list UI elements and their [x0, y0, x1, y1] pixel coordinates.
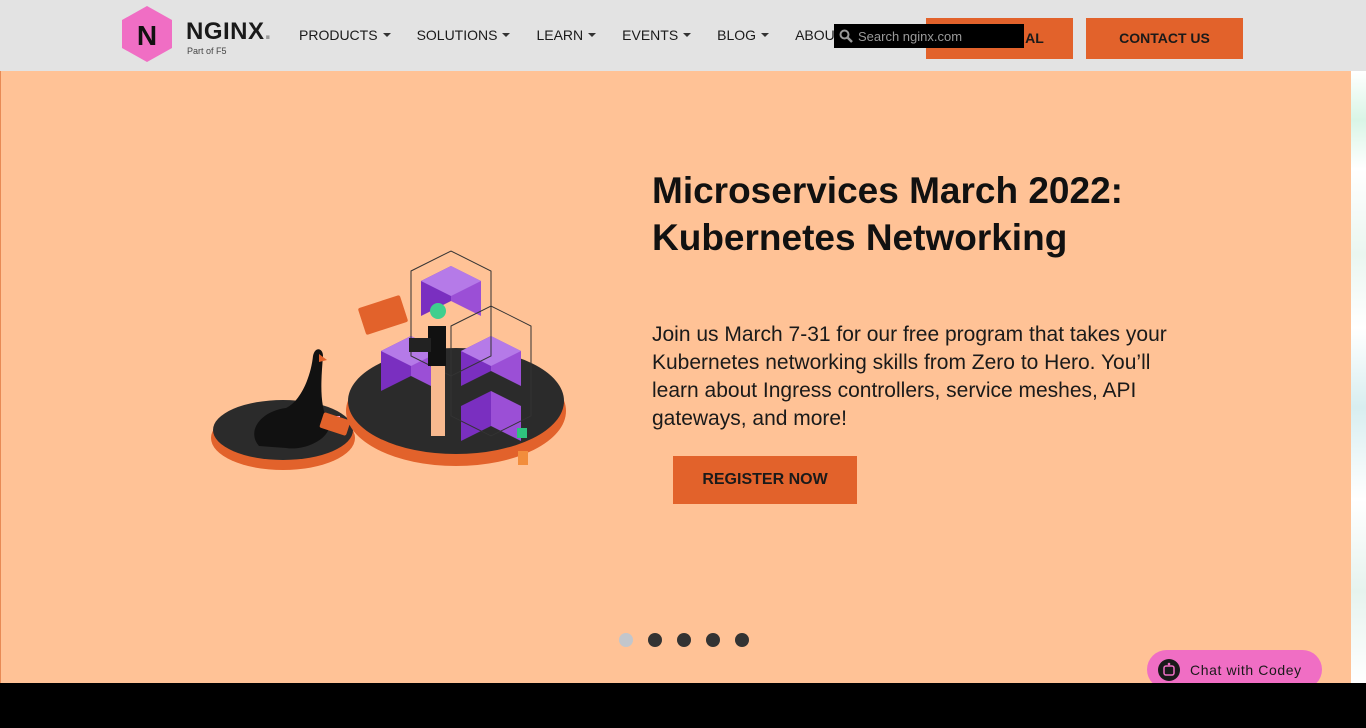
- carousel-indicators: [619, 633, 764, 647]
- search-box: [834, 24, 1024, 48]
- carousel-dot-2[interactable]: [648, 633, 662, 647]
- register-now-button[interactable]: REGISTER NOW: [673, 456, 857, 504]
- search-input[interactable]: [858, 25, 1022, 47]
- nginx-logo[interactable]: N NGINX. Part of F5: [121, 5, 271, 63]
- kubernetes-illustration: [211, 250, 566, 470]
- carousel-dot-4[interactable]: [706, 633, 720, 647]
- search-icon[interactable]: [834, 24, 858, 48]
- caret-down-icon: [761, 33, 770, 37]
- logo-wordmark: NGINX.: [186, 18, 272, 45]
- nav-blog[interactable]: BLOG: [717, 26, 770, 44]
- carousel-dot-3[interactable]: [677, 633, 691, 647]
- logo-subtitle: Part of F5: [187, 46, 227, 56]
- nav-events[interactable]: EVENTS: [622, 26, 692, 44]
- next-slide-peek: [1351, 71, 1366, 683]
- footer-bar: [0, 683, 1366, 728]
- caret-down-icon: [683, 33, 692, 37]
- hero-banner: Microservices March 2022: Kubernetes Net…: [0, 71, 1351, 683]
- nav-solutions[interactable]: SOLUTIONS: [417, 26, 511, 44]
- nav-learn[interactable]: LEARN: [536, 26, 597, 44]
- carousel-dot-5[interactable]: [735, 633, 749, 647]
- hero-description: Join us March 7-31 for our free program …: [652, 323, 1167, 430]
- nginx-logo-icon: N: [122, 6, 172, 62]
- main-nav: PRODUCTS SOLUTIONS LEARN EVENTS BLOG ABO…: [299, 26, 882, 44]
- caret-down-icon: [382, 33, 391, 37]
- caret-down-icon: [502, 33, 511, 37]
- chat-label: Chat with Codey: [1190, 662, 1302, 678]
- chat-bot-icon: [1158, 659, 1180, 681]
- site-header: N NGINX. Part of F5 PRODUCTS SOLUTIONS L…: [0, 0, 1366, 71]
- carousel-dot-1[interactable]: [619, 633, 633, 647]
- nav-products[interactable]: PRODUCTS: [299, 26, 391, 44]
- svg-text:N: N: [137, 20, 157, 51]
- contact-us-button[interactable]: CONTACT US: [1086, 18, 1243, 59]
- hero-title: Microservices March 2022: Kubernetes Net…: [652, 170, 1123, 258]
- caret-down-icon: [588, 33, 597, 37]
